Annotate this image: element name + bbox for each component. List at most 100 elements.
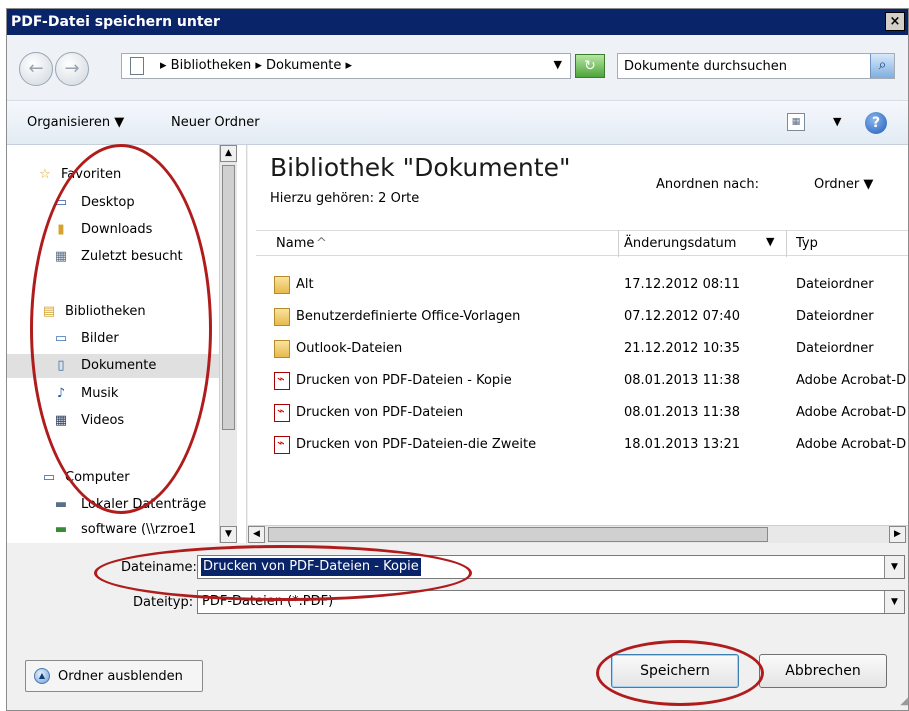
sidebar-item-favoriten[interactable]: ☆ Favoriten xyxy=(7,163,219,187)
cancel-button[interactable]: Abbrechen xyxy=(759,654,887,688)
file-type: Adobe Acrobat-D xyxy=(796,373,907,388)
table-row[interactable]: Drucken von PDF-Dateien-die Zweite 18.01… xyxy=(256,429,908,461)
refresh-icon[interactable]: ↻ xyxy=(575,54,605,78)
pdf-file-icon xyxy=(274,372,290,390)
sidebar-item-label: Lokaler Datenträge xyxy=(81,497,207,512)
star-icon: ☆ xyxy=(39,167,51,182)
sidebar-item-computer[interactable]: ▭ Computer xyxy=(7,466,219,490)
table-row[interactable]: Alt 17.12.2012 08:11 Dateiordner xyxy=(256,269,908,301)
column-date[interactable]: Änderungsdatum xyxy=(624,236,736,251)
help-icon[interactable]: ? xyxy=(865,112,887,134)
filename-label: Dateiname: xyxy=(121,560,197,575)
pdf-file-icon xyxy=(274,404,290,422)
column-name[interactable]: Name xyxy=(276,236,314,251)
column-divider[interactable] xyxy=(786,231,787,257)
file-list-pane: Bibliothek "Dokumente" Hierzu gehören: 2… xyxy=(248,145,908,543)
sidebar-item-videos[interactable]: ▦ Videos xyxy=(7,409,219,433)
scroll-left-icon[interactable]: ◀ xyxy=(248,526,265,543)
file-name: Outlook-Dateien xyxy=(296,341,403,356)
sidebar-item-label: Computer xyxy=(65,470,130,485)
filetype-select[interactable]: PDF-Dateien (*.PDF) ▼ xyxy=(197,590,905,614)
sidebar-item-dokumente[interactable]: ▯ Dokumente xyxy=(7,354,219,378)
column-type[interactable]: Typ xyxy=(796,236,818,251)
breadcrumb[interactable]: ▸ Bibliotheken ▸ Dokumente ▸ xyxy=(160,58,352,73)
column-filter-icon[interactable]: ▼ xyxy=(766,235,774,248)
arrange-dropdown[interactable]: Ordner ▼ xyxy=(814,177,873,192)
filename-dropdown-icon[interactable]: ▼ xyxy=(884,556,904,578)
view-dropdown-icon[interactable]: ▼ xyxy=(833,115,841,128)
videos-icon: ▦ xyxy=(54,413,68,428)
sidebar-item-bibliotheken[interactable]: ▤ Bibliotheken xyxy=(7,300,219,324)
folder-icon xyxy=(274,340,290,358)
filetype-value[interactable]: PDF-Dateien (*.PDF) xyxy=(202,594,333,609)
table-row[interactable]: Drucken von PDF-Dateien 08.01.2013 11:38… xyxy=(256,397,908,429)
table-row[interactable]: Drucken von PDF-Dateien - Kopie 08.01.20… xyxy=(256,365,908,397)
file-name: Drucken von PDF-Dateien xyxy=(296,405,464,420)
window-title: PDF-Datei speichern unter xyxy=(11,14,220,30)
sidebar-item-local-disk[interactable]: ▬ Lokaler Datenträge xyxy=(7,493,219,517)
collapse-icon: ▲ xyxy=(34,668,50,684)
search-input[interactable]: Dokumente durchsuchen xyxy=(624,59,787,74)
scroll-thumb[interactable] xyxy=(268,527,768,542)
column-divider[interactable] xyxy=(618,231,619,257)
drive-icon: ▬ xyxy=(54,497,68,512)
scroll-right-icon[interactable]: ▶ xyxy=(889,526,906,543)
music-icon: ♪ xyxy=(56,386,66,401)
back-button[interactable]: ← xyxy=(19,52,53,86)
save-button[interactable]: Speichern xyxy=(611,654,739,688)
sidebar-item-musik[interactable]: ♪ Musik xyxy=(7,382,219,406)
horizontal-scrollbar[interactable]: ◀ ▶ xyxy=(248,525,908,543)
sidebar-item-label: Bilder xyxy=(81,331,119,346)
sidebar-item-desktop[interactable]: ▭ Desktop xyxy=(7,191,219,215)
file-type: Dateiordner xyxy=(796,341,874,356)
search-box[interactable]: Dokumente durchsuchen ⌕ xyxy=(617,53,895,79)
file-name: Drucken von PDF-Dateien-die Zweite xyxy=(296,437,537,452)
sidebar-item-label: Videos xyxy=(81,413,125,428)
downloads-icon: ▮ xyxy=(57,222,65,237)
desktop-icon: ▭ xyxy=(54,195,68,210)
forward-button[interactable]: → xyxy=(55,52,89,86)
filename-input[interactable]: Drucken von PDF-Dateien - Kopie xyxy=(201,558,421,576)
sidebar-item-label: Desktop xyxy=(81,195,135,210)
sidebar-item-downloads[interactable]: ▮ Downloads xyxy=(7,218,219,242)
save-pdf-dialog: PDF-Datei speichern unter × ← → ▸ Biblio… xyxy=(6,8,909,711)
filename-field[interactable]: Drucken von PDF-Dateien - Kopie ▼ xyxy=(197,555,905,579)
address-dropdown-icon[interactable]: ▼ xyxy=(554,58,562,71)
scroll-thumb[interactable] xyxy=(222,165,235,430)
scroll-up-icon[interactable]: ▲ xyxy=(220,145,237,162)
hide-folders-label: Ordner ausblenden xyxy=(58,669,183,684)
file-type: Adobe Acrobat-D xyxy=(796,437,907,452)
view-options-icon[interactable]: ▦ xyxy=(787,113,805,131)
table-row[interactable]: Benutzerdefinierte Office-Vorlagen 07.12… xyxy=(256,301,908,333)
sidebar-item-recent[interactable]: ▦ Zuletzt besucht xyxy=(7,245,219,269)
new-folder-button[interactable]: Neuer Ordner xyxy=(171,115,260,130)
arrange-label: Anordnen nach: xyxy=(656,177,760,192)
sidebar-item-network-drive[interactable]: ▬ software (\\rzroe1 xyxy=(7,518,219,542)
address-bar[interactable]: ▸ Bibliotheken ▸ Dokumente ▸ ▼ xyxy=(121,53,571,79)
recent-places-icon: ▦ xyxy=(54,249,68,264)
pictures-icon: ▭ xyxy=(54,331,68,346)
navigation-scrollbar[interactable]: ▲ ▼ xyxy=(219,145,237,543)
file-date: 08.01.2013 11:38 xyxy=(624,405,741,420)
hide-folders-button[interactable]: ▲ Ordner ausblenden xyxy=(25,660,203,692)
column-header: Name ^ Änderungsdatum ▼ Typ xyxy=(256,230,908,257)
file-name: Alt xyxy=(296,277,314,292)
file-type: Adobe Acrobat-D xyxy=(796,405,907,420)
documents-icon: ▯ xyxy=(57,358,65,373)
scroll-down-icon[interactable]: ▼ xyxy=(220,526,237,543)
organize-button[interactable]: Organisieren ▼ xyxy=(27,115,124,130)
sidebar-item-label: Downloads xyxy=(81,222,153,237)
library-locations[interactable]: Hierzu gehören: 2 Orte xyxy=(270,191,419,206)
computer-icon: ▭ xyxy=(42,470,56,485)
sidebar-item-label: Musik xyxy=(81,386,119,401)
close-icon[interactable]: × xyxy=(885,12,905,31)
filetype-dropdown-icon[interactable]: ▼ xyxy=(884,591,904,613)
resize-grip-icon[interactable]: ◢ xyxy=(894,696,908,710)
sidebar-item-bilder[interactable]: ▭ Bilder xyxy=(7,327,219,351)
document-icon xyxy=(130,57,144,75)
file-date: 07.12.2012 07:40 xyxy=(624,309,741,324)
file-date: 21.12.2012 10:35 xyxy=(624,341,741,356)
table-row[interactable]: Outlook-Dateien 21.12.2012 10:35 Dateior… xyxy=(256,333,908,365)
sidebar-item-label: Zuletzt besucht xyxy=(81,249,183,264)
search-icon[interactable]: ⌕ xyxy=(870,54,894,78)
